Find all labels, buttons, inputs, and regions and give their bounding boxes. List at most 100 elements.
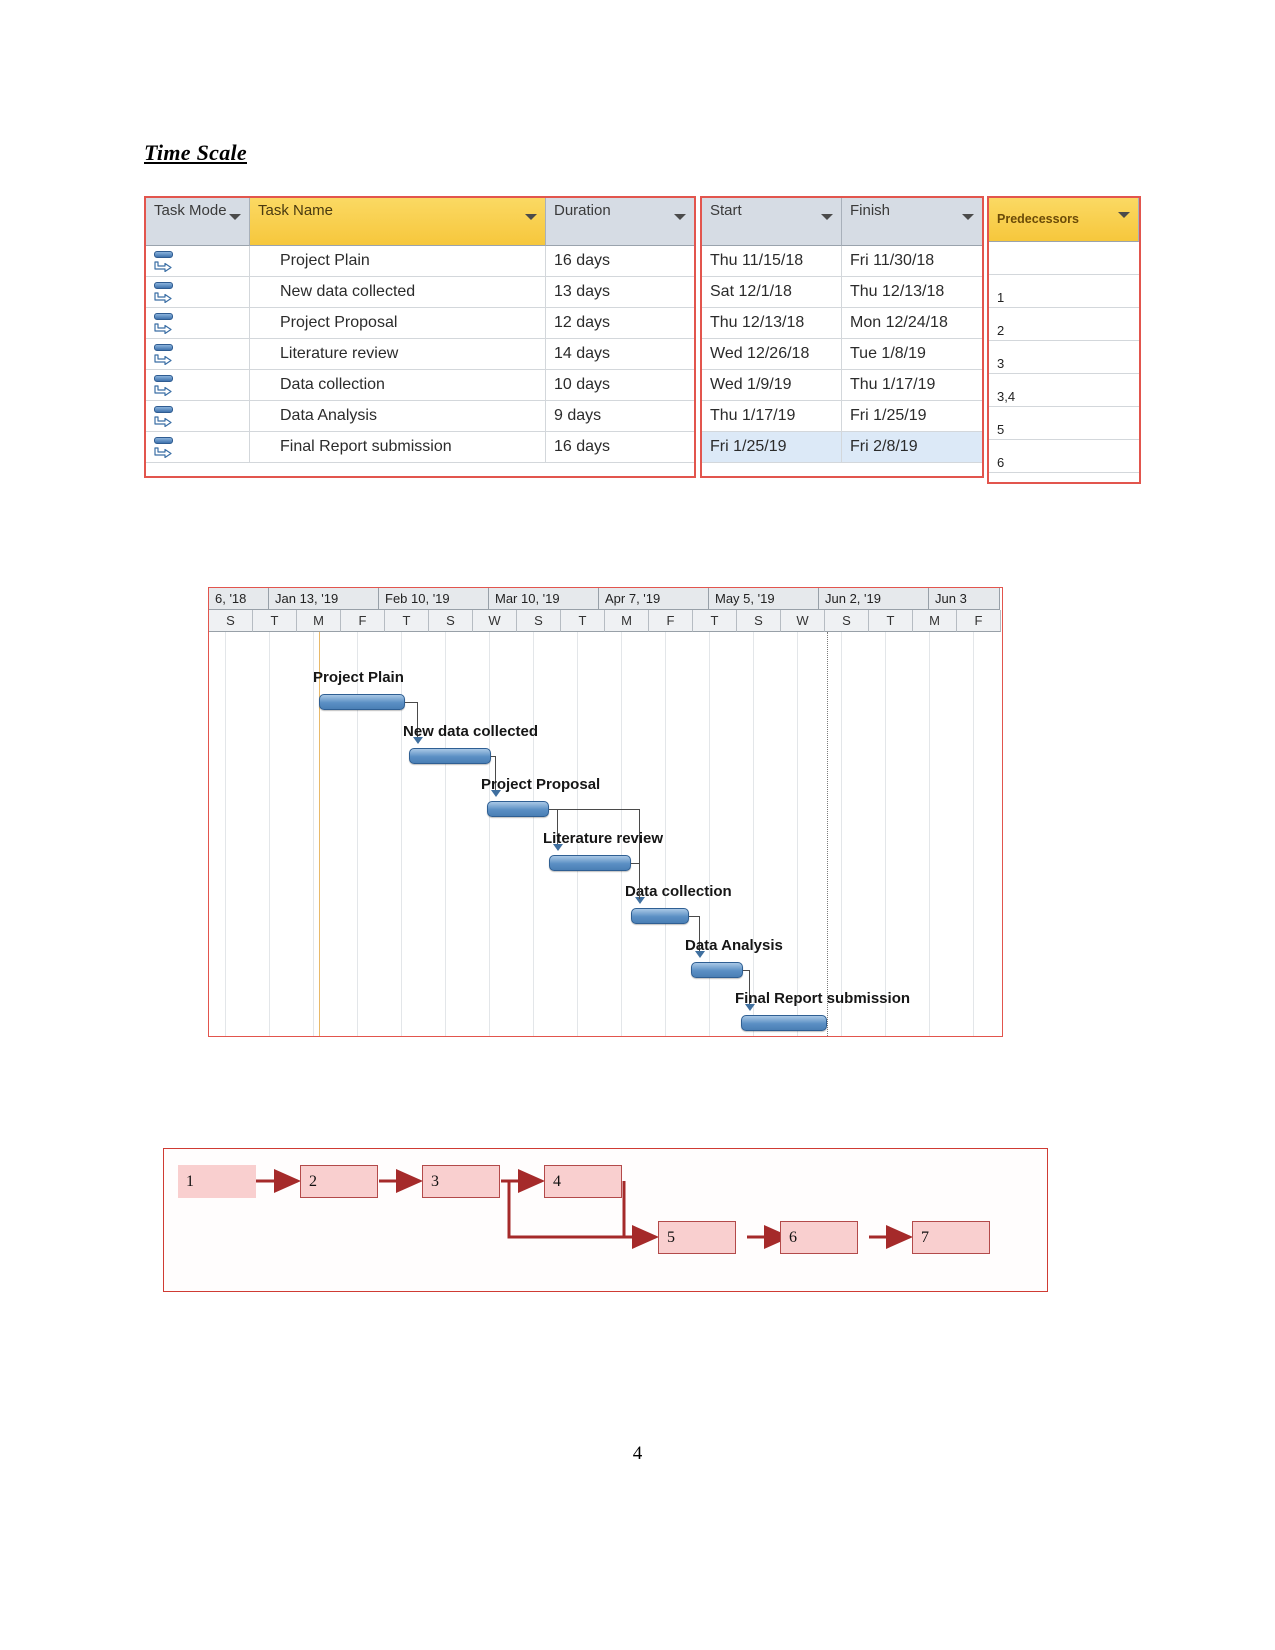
table-row[interactable]: Data collection 10 days	[146, 370, 694, 401]
table-row[interactable]: Final Report submission 16 days	[146, 432, 694, 463]
table-row[interactable]: Project Proposal 12 days	[146, 308, 694, 339]
cell-task-name[interactable]: Project Proposal	[250, 308, 546, 339]
gantt-task-bar[interactable]	[549, 854, 631, 871]
table-row-dates[interactable]: Thu 1/17/19 Fri 1/25/19	[702, 401, 982, 432]
auto-schedule-bar	[154, 437, 173, 444]
network-node[interactable]: 5	[658, 1221, 736, 1254]
table-row-dates[interactable]: Wed 1/9/19 Thu 1/17/19	[702, 370, 982, 401]
cell-task-name[interactable]: Final Report submission	[250, 432, 546, 463]
timescale-day-cell: M	[605, 610, 649, 632]
cell-task-mode[interactable]	[146, 308, 250, 339]
table-row-dates[interactable]: Thu 11/15/18 Fri 11/30/18	[702, 246, 982, 277]
cell-finish[interactable]: Mon 12/24/18	[842, 308, 982, 339]
table-row-dates[interactable]: Fri 1/25/19 Fri 2/8/19	[702, 432, 982, 463]
cell-finish[interactable]: Fri 11/30/18	[842, 246, 982, 277]
cell-start[interactable]: Wed 12/26/18	[702, 339, 842, 370]
chevron-down-icon[interactable]	[962, 214, 974, 220]
cell-start[interactable]: Thu 1/17/19	[702, 401, 842, 432]
network-node[interactable]: 3	[422, 1165, 500, 1198]
timescale-day-cell: T	[561, 610, 605, 632]
column-header-task-name[interactable]: Task Name	[250, 198, 546, 246]
cell-predecessors[interactable]: 1	[989, 275, 1139, 308]
auto-schedule-icon	[154, 374, 176, 396]
table-row-dates[interactable]: Thu 12/13/18 Mon 12/24/18	[702, 308, 982, 339]
gantt-bar-label: Project Proposal	[481, 776, 601, 793]
chevron-down-icon[interactable]	[821, 214, 833, 220]
gantt-task-bar[interactable]	[631, 908, 689, 924]
network-node[interactable]: 7	[912, 1221, 990, 1254]
column-header-start[interactable]: Start	[702, 198, 842, 246]
column-header-predecessors[interactable]: Predecessors	[989, 198, 1139, 242]
cell-task-name[interactable]: New data collected	[250, 277, 546, 308]
cell-task-name[interactable]: Data Analysis	[250, 401, 546, 432]
document-page: Time Scale Task Mode Task Name Duration …	[0, 0, 1275, 1650]
cell-duration[interactable]: 10 days	[546, 370, 694, 401]
cell-finish[interactable]: Thu 12/13/18	[842, 277, 982, 308]
cell-start[interactable]: Wed 1/9/19	[702, 370, 842, 401]
cell-finish[interactable]: Fri 1/25/19	[842, 401, 982, 432]
cell-duration[interactable]: 14 days	[546, 339, 694, 370]
cell-predecessors[interactable]: 3	[989, 341, 1139, 374]
gantt-gridline	[269, 632, 270, 1036]
auto-schedule-icon	[154, 405, 176, 427]
table-row[interactable]: Project Plain 16 days	[146, 246, 694, 277]
gantt-task-bar[interactable]	[487, 801, 549, 817]
gantt-task-bar[interactable]	[319, 694, 405, 710]
gantt-gridline	[665, 632, 666, 1036]
task-table-date-rows: Thu 11/15/18 Fri 11/30/18 Sat 12/1/18 Thu 1…	[702, 246, 982, 463]
cell-duration[interactable]: 16 days	[546, 246, 694, 277]
cell-predecessors[interactable]: 3,4	[989, 374, 1139, 407]
timescale-month-cell: May 5, '19	[709, 588, 819, 610]
network-node[interactable]: 6	[780, 1221, 858, 1254]
gantt-task-bar[interactable]	[409, 747, 491, 764]
cell-task-mode[interactable]	[146, 432, 250, 463]
timescale-day-cell: M	[297, 610, 341, 632]
cell-task-mode[interactable]	[146, 370, 250, 401]
gantt-task-bar[interactable]	[691, 961, 743, 978]
cell-start[interactable]: Thu 12/13/18	[702, 308, 842, 339]
cell-task-mode[interactable]	[146, 277, 250, 308]
auto-schedule-arrow	[154, 292, 172, 303]
network-node[interactable]: 2	[300, 1165, 378, 1198]
table-row[interactable]: Literature review 14 days	[146, 339, 694, 370]
cell-task-name[interactable]: Data collection	[250, 370, 546, 401]
cell-start[interactable]: Thu 11/15/18	[702, 246, 842, 277]
chevron-down-icon[interactable]	[229, 214, 241, 220]
table-row[interactable]: Data Analysis 9 days	[146, 401, 694, 432]
cell-finish[interactable]: Tue 1/8/19	[842, 339, 982, 370]
cell-predecessors[interactable]: 6	[989, 440, 1139, 473]
table-row-dates[interactable]: Wed 12/26/18 Tue 1/8/19	[702, 339, 982, 370]
cell-start[interactable]: Sat 12/1/18	[702, 277, 842, 308]
cell-task-mode[interactable]	[146, 401, 250, 432]
column-header-duration[interactable]: Duration	[546, 198, 694, 246]
gantt-task-bar[interactable]	[741, 1015, 827, 1031]
chevron-down-icon[interactable]	[525, 214, 537, 220]
gantt-gridline	[797, 632, 798, 1036]
cell-predecessors[interactable]	[989, 242, 1139, 275]
cell-duration[interactable]: 9 days	[546, 401, 694, 432]
cell-start[interactable]: Fri 1/25/19	[702, 432, 842, 463]
table-header-row-predecessors: Predecessors	[989, 198, 1139, 242]
auto-schedule-arrow	[154, 385, 172, 396]
cell-duration[interactable]: 16 days	[546, 432, 694, 463]
cell-task-mode[interactable]	[146, 339, 250, 370]
gantt-bar-label: Data collection	[625, 883, 732, 900]
network-node[interactable]: 4	[544, 1165, 622, 1198]
cell-task-name[interactable]: Project Plain	[250, 246, 546, 277]
chevron-down-icon[interactable]	[1118, 212, 1130, 218]
cell-predecessors[interactable]: 5	[989, 407, 1139, 440]
cell-duration[interactable]: 13 days	[546, 277, 694, 308]
table-row[interactable]: New data collected 13 days	[146, 277, 694, 308]
network-node[interactable]: 1	[170, 1160, 264, 1203]
column-header-finish[interactable]: Finish	[842, 198, 982, 246]
cell-finish[interactable]: Fri 2/8/19	[842, 432, 982, 463]
column-header-task-mode[interactable]: Task Mode	[146, 198, 250, 246]
table-row-dates[interactable]: Sat 12/1/18 Thu 12/13/18	[702, 277, 982, 308]
cell-duration[interactable]: 12 days	[546, 308, 694, 339]
cell-task-mode[interactable]	[146, 246, 250, 277]
gantt-gridline	[401, 632, 402, 1036]
cell-finish[interactable]: Thu 1/17/19	[842, 370, 982, 401]
cell-task-name[interactable]: Literature review	[250, 339, 546, 370]
cell-predecessors[interactable]: 2	[989, 308, 1139, 341]
chevron-down-icon[interactable]	[674, 214, 686, 220]
